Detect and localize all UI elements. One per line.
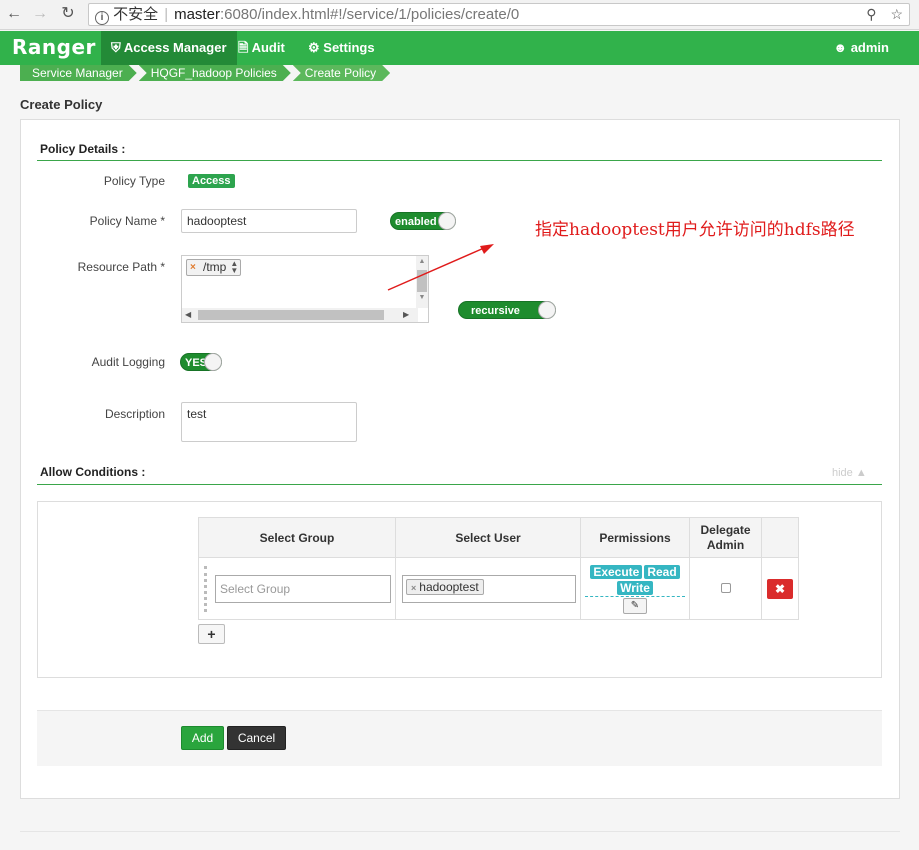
brand-logo[interactable]: Ranger — [12, 35, 96, 59]
delegate-admin-checkbox[interactable] — [720, 582, 731, 593]
toggle-knob — [204, 353, 222, 371]
caret-up-icon: ▲ — [855, 467, 867, 479]
permissions-list[interactable]: Execute Read Write ✎ — [581, 564, 689, 614]
scrollbar-thumb[interactable] — [198, 310, 384, 320]
group-cell: Select Group — [198, 557, 396, 620]
address-bar[interactable]: i 不安全 | master:6080/index.html#!/service/1… — [88, 3, 910, 26]
nav-access-manager[interactable]: ⛨ Access Manager — [101, 31, 237, 65]
annotation-text: 指定hadooptest用户允许访问的hdfs路径 — [535, 220, 855, 240]
delegate-admin-cell — [689, 557, 762, 620]
scroll-left-icon[interactable]: ◀ — [185, 308, 191, 322]
nav-label: Access Manager — [123, 40, 227, 55]
reload-icon[interactable]: ↻ — [58, 4, 78, 24]
close-icon: ✖ — [774, 581, 786, 596]
description-label: Description — [104, 407, 165, 421]
policy-details-title: Policy Details : — [40, 142, 126, 156]
header-permissions: Permissions — [580, 517, 690, 558]
info-icon[interactable]: i — [95, 11, 109, 25]
annotation-arrow — [387, 244, 494, 291]
cancel-button[interactable]: Cancel — [227, 726, 286, 750]
resource-path-tag[interactable]: × /tmp ▲ ▼ — [186, 259, 242, 276]
toggle-label: recursive — [471, 305, 520, 317]
url-host: master — [174, 6, 220, 23]
resource-path-value: /tmp — [203, 260, 227, 274]
toggle-knob — [438, 212, 456, 230]
nav-audit[interactable]: 🗎 Audit — [228, 31, 295, 65]
header-select-user: Select User — [395, 517, 581, 558]
policy-name-label: Policy Name * — [89, 214, 165, 228]
plus-icon: + — [207, 626, 216, 642]
users-icon: ☻ — [833, 40, 848, 55]
policy-type-label: Policy Type — [103, 174, 165, 188]
policy-type-badge: Access — [188, 174, 235, 188]
divider — [37, 160, 882, 161]
audit-logging-toggle[interactable]: YES — [180, 353, 222, 371]
audit-logging-label: Audit Logging — [91, 355, 165, 369]
breadcrumb-create-policy: Create Policy — [293, 65, 390, 81]
header-actions — [761, 517, 799, 558]
pencil-icon: ✎ — [630, 599, 640, 611]
url-path: :6080/index.html#!/service/1/policies/cr… — [219, 6, 520, 23]
select-user-input[interactable]: × hadooptest — [402, 574, 576, 603]
header-delegate-admin: Delegate Admin — [689, 517, 762, 558]
user-tag[interactable]: × hadooptest — [406, 578, 484, 595]
permissions-cell: Execute Read Write ✎ — [580, 557, 690, 620]
remove-tag-icon[interactable]: × — [190, 260, 196, 275]
nav-label: Settings — [323, 40, 375, 55]
gear-icon: ⚙ — [308, 40, 320, 55]
add-button[interactable]: Add — [181, 726, 224, 750]
security-label: 不安全 — [113, 6, 159, 23]
hide-label: hide — [832, 467, 853, 479]
nav-label: Audit — [251, 40, 285, 55]
username: admin — [850, 40, 889, 55]
delete-row-button[interactable]: ✖ — [767, 578, 793, 599]
hide-link[interactable]: hide ▲ — [832, 467, 867, 479]
form-actions — [37, 710, 882, 766]
user-cell: × hadooptest — [395, 557, 581, 620]
shield-icon: ⛨ — [111, 40, 121, 55]
spinner-icon[interactable]: ▲ ▼ — [230, 260, 238, 275]
divider — [37, 484, 882, 485]
header-select-group: Select Group — [198, 517, 396, 558]
breadcrumb-policies[interactable]: HQGF_hadoop Policies — [139, 65, 291, 81]
user-tag-label: hadooptest — [419, 579, 479, 594]
zoom-icon[interactable]: ⚲ — [866, 6, 876, 22]
footer-divider — [20, 831, 900, 832]
horizontal-scrollbar[interactable]: ◀ ▶ — [182, 308, 418, 322]
allow-conditions-title: Allow Conditions : — [40, 465, 146, 479]
description-textarea[interactable]: test — [181, 402, 357, 442]
back-icon[interactable]: ← — [4, 4, 24, 24]
remove-tag-icon[interactable]: × — [411, 583, 416, 593]
toggle-knob — [538, 301, 556, 319]
table-row: Select Group × hadooptest Execute Read Wri… — [198, 557, 799, 620]
star-icon[interactable]: ☆ — [890, 6, 903, 22]
breadcrumb-service-manager[interactable]: Service Manager — [20, 65, 137, 81]
enabled-toggle[interactable]: enabled — [390, 212, 456, 230]
app-navbar: Ranger ⛨ Access Manager 🗎 Audit ⚙ Settin… — [0, 31, 919, 65]
browser-toolbar: ← → ↻ i 不安全 | master:6080/index.html#!/ser… — [0, 0, 919, 30]
page-title: Create Policy — [20, 97, 103, 112]
drag-handle[interactable] — [204, 566, 207, 612]
scroll-right-icon[interactable]: ▶ — [403, 308, 409, 322]
nav-settings[interactable]: ⚙ Settings — [298, 31, 385, 65]
recursive-toggle[interactable]: recursive — [458, 301, 556, 319]
policy-name-input[interactable]: hadooptest — [181, 209, 357, 233]
edit-permissions-button[interactable]: ✎ — [623, 597, 647, 614]
add-row-button[interactable]: + — [198, 624, 225, 644]
permission-tag: Execute — [590, 564, 643, 579]
forward-icon[interactable]: → — [30, 4, 50, 24]
permission-tag: Write — [617, 580, 653, 595]
user-menu[interactable]: ☻ admin — [833, 31, 889, 65]
actions-cell: ✖ — [761, 557, 799, 620]
select-group-input[interactable]: Select Group — [215, 574, 391, 603]
resource-path-label: Resource Path * — [77, 260, 165, 274]
conditions-table: Select Group Select User Permissions Del… — [198, 517, 799, 620]
permission-tag: Read — [644, 564, 680, 579]
toggle-label: enabled — [395, 216, 437, 228]
file-icon: 🗎 — [238, 40, 249, 55]
breadcrumb: Service Manager HQGF_hadoop Policies Cre… — [20, 65, 392, 81]
